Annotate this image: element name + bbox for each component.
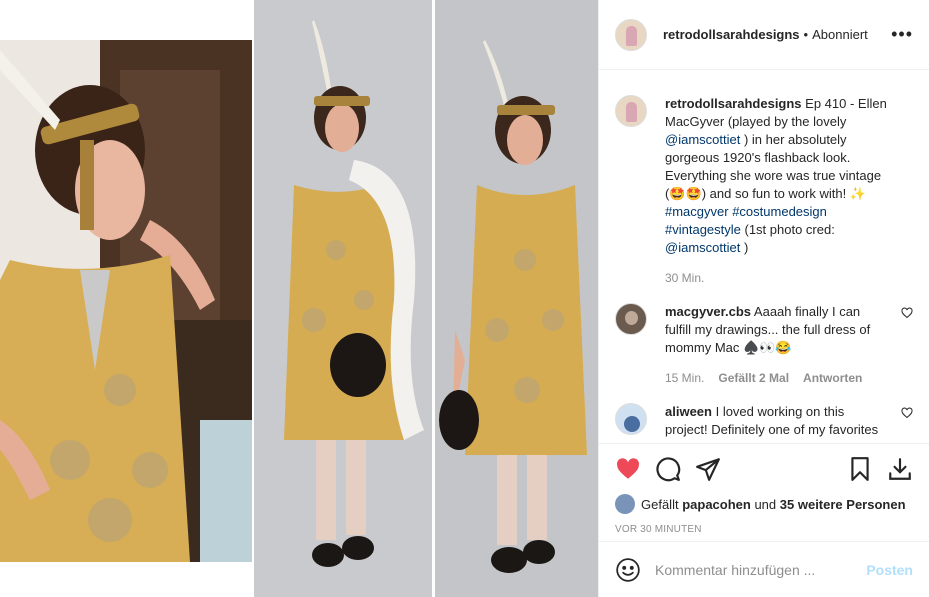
add-comment-bar: Posten	[599, 541, 929, 597]
mention-link[interactable]: @iamscottiet	[665, 240, 740, 255]
follow-status-button[interactable]: Abonniert	[812, 27, 868, 42]
comment-like-icon[interactable]	[901, 307, 913, 319]
commenter-username[interactable]: aliween	[665, 404, 712, 419]
caption-text: (1st photo cred:	[740, 222, 835, 237]
reply-button[interactable]: Antworten	[803, 369, 862, 387]
photo-closeup	[0, 40, 252, 562]
download-icon[interactable]	[887, 456, 913, 482]
post-header: retrodollsarahdesigns • Abonniert •••	[599, 0, 929, 70]
comment-item: macgyver.cbs Aaaah finally I can fulfill…	[615, 303, 913, 387]
commenter-username[interactable]: macgyver.cbs	[665, 304, 751, 319]
comment-likes[interactable]: Gefällt 2 Mal	[718, 369, 789, 387]
likes-prefix: Gefällt	[641, 496, 679, 512]
caption-username[interactable]: retrodollsarahdesigns	[665, 96, 802, 111]
photo-fullbody-boa	[254, 0, 432, 597]
photo-fullbody-purse	[435, 0, 598, 597]
post-comment-button[interactable]: Posten	[866, 562, 913, 578]
caption: retrodollsarahdesigns Ep 410 - Ellen Mac…	[615, 95, 913, 287]
comment-body: macgyver.cbs Aaaah finally I can fulfill…	[665, 303, 913, 387]
liker-username[interactable]: papacohen	[682, 497, 751, 512]
author-avatar[interactable]	[615, 18, 647, 51]
comment-item: aliween I loved working on this project!…	[615, 403, 913, 439]
comment-body: aliween I loved working on this project!…	[665, 403, 913, 439]
post-timestamp[interactable]: VOR 30 MINUTEN	[615, 524, 913, 535]
comment-time[interactable]: 15 Min.	[665, 369, 704, 387]
hashtag-link[interactable]: #macgyver	[665, 204, 729, 219]
mention-link[interactable]: @iamscottiet	[665, 132, 740, 147]
emoji-icon[interactable]	[615, 557, 641, 583]
liker-avatar[interactable]	[615, 494, 635, 514]
caption-meta: 30 Min.	[665, 269, 887, 287]
comment-meta: 15 Min. Gefällt 2 Mal Antworten	[665, 369, 887, 387]
caption-body: retrodollsarahdesigns Ep 410 - Ellen Mac…	[665, 95, 913, 287]
heart-icon[interactable]	[615, 456, 641, 482]
more-options-icon[interactable]: •••	[891, 24, 913, 45]
comment-icon[interactable]	[655, 456, 681, 482]
likes-middle: und	[754, 496, 777, 512]
header-separator: •	[803, 27, 809, 42]
comment-input[interactable]	[655, 561, 867, 578]
post-media	[0, 0, 598, 597]
likes-others-link[interactable]: 35 weitere Personen	[780, 497, 906, 512]
hashtag-link[interactable]: #vintagestyle	[665, 222, 741, 237]
comments-list[interactable]: retrodollsarahdesigns Ep 410 - Ellen Mac…	[599, 71, 929, 441]
commenter-avatar[interactable]	[615, 303, 647, 335]
caption-avatar[interactable]	[615, 95, 647, 127]
commenter-avatar[interactable]	[615, 403, 647, 435]
comment-like-icon[interactable]	[901, 407, 913, 419]
hashtag-link[interactable]: #costumedesign	[732, 204, 827, 219]
caption-text: )	[740, 240, 749, 255]
share-icon[interactable]	[695, 456, 721, 482]
likes-summary: Gefällt papacohen und 35 weitere Persone…	[615, 494, 913, 514]
action-icons-right	[847, 456, 913, 482]
post-sidebar: retrodollsarahdesigns • Abonniert ••• re…	[598, 0, 929, 597]
action-icons	[615, 444, 913, 494]
bookmark-icon[interactable]	[847, 456, 873, 482]
post-actions: Gefällt papacohen und 35 weitere Persone…	[599, 443, 929, 535]
caption-time[interactable]: 30 Min.	[665, 269, 704, 287]
author-username[interactable]: retrodollsarahdesigns	[663, 27, 800, 42]
